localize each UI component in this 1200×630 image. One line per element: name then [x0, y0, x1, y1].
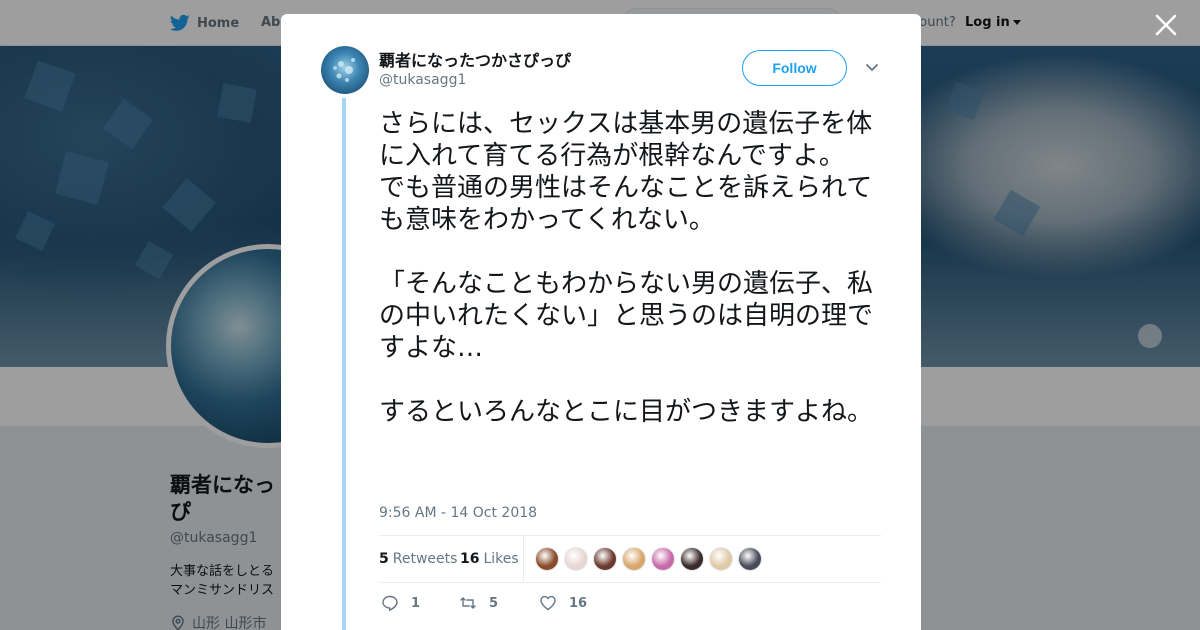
avatar-texture	[333, 58, 355, 82]
tweet-author-handle[interactable]: @tukasagg1	[379, 72, 466, 88]
retweets-stat[interactable]: 5 Retweets	[379, 551, 457, 567]
retweet-action-count: 5	[489, 595, 499, 611]
tweet-actions: 1 5 16	[379, 594, 679, 616]
like-action-count: 16	[569, 595, 588, 611]
likes-label: Likes	[483, 551, 519, 567]
follow-button[interactable]: Follow	[742, 50, 847, 86]
stats-divider	[523, 536, 524, 583]
liker-avatar[interactable]	[593, 547, 617, 571]
likes-count: 16	[460, 551, 480, 567]
likes-stat[interactable]: 16 Likes	[460, 551, 519, 567]
liker-avatars	[535, 547, 762, 571]
close-modal-button[interactable]	[1153, 12, 1179, 38]
reply-icon	[382, 595, 398, 611]
thread-connector-line	[342, 98, 346, 630]
liker-avatar[interactable]	[564, 547, 588, 571]
liker-avatar[interactable]	[651, 547, 675, 571]
tweet-text: さらには、セックスは基本男の遺伝子を体に入れて育てる行為が根幹なんですよ。 でも…	[379, 109, 874, 427]
tweet-author-name[interactable]: 覇者になったつかさぴっぴ	[379, 47, 571, 71]
reply-button[interactable]: 1	[381, 594, 420, 612]
close-icon	[1155, 14, 1177, 36]
liker-avatar[interactable]	[680, 547, 704, 571]
retweet-icon	[460, 597, 476, 609]
retweets-count: 5	[379, 551, 389, 567]
tweet-author-avatar[interactable]	[321, 46, 369, 94]
like-button[interactable]: 16	[539, 594, 587, 612]
tweet-timestamp[interactable]: 9:56 AM - 14 Oct 2018	[379, 505, 537, 521]
reply-count: 1	[411, 595, 421, 611]
chevron-down-icon[interactable]	[865, 63, 879, 73]
tweet-modal: 覇者になったつかさぴっぴ @tukasagg1 Follow さらには、セックス…	[281, 14, 921, 630]
liker-avatar[interactable]	[535, 547, 559, 571]
tweet-stats: 5 Retweets 16 Likes	[379, 535, 881, 583]
liker-avatar[interactable]	[622, 547, 646, 571]
retweets-label: Retweets	[392, 551, 458, 567]
liker-avatar[interactable]	[738, 547, 762, 571]
heart-icon	[540, 595, 556, 611]
liker-avatar[interactable]	[709, 547, 733, 571]
retweet-button[interactable]: 5	[459, 594, 498, 612]
